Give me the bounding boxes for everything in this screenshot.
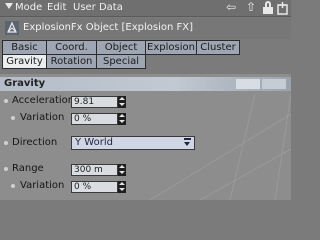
section-title: Gravity: [4, 78, 46, 89]
acceleration-variation-stepper[interactable]: [118, 113, 126, 125]
menu-user-data[interactable]: User Data: [73, 2, 123, 13]
range-variation-stepper[interactable]: [118, 181, 126, 193]
keyframe-dot[interactable]: [4, 141, 8, 145]
dropdown-bar-icon: [184, 138, 191, 140]
menu-bar: Mode Edit User Data ⇦ ⇧: [0, 0, 291, 17]
menu-mode[interactable]: Mode: [15, 2, 42, 13]
tab-cluster[interactable]: Cluster: [196, 40, 240, 55]
range-variation-field[interactable]: 0 %: [71, 181, 118, 193]
tab-rotation[interactable]: Rotation: [46, 54, 97, 69]
object-title-bar: ExplosionFx Object [Explosion FX]: [0, 18, 291, 39]
chevron-down-icon: [184, 142, 190, 146]
acceleration-variation-label: Variation: [20, 112, 65, 123]
gravity-panel: Gravity Acceleration 9.81 Variation 0 % …: [0, 74, 291, 200]
gravity-section-header[interactable]: Gravity: [0, 77, 291, 91]
range-field[interactable]: 300 m: [71, 164, 118, 176]
range-variation-label: Variation: [20, 180, 65, 191]
acceleration-variation-field[interactable]: 0 %: [71, 113, 118, 125]
tab-gravity[interactable]: Gravity: [2, 54, 47, 69]
lock-icon[interactable]: [263, 1, 273, 15]
menu-arrow-icon[interactable]: [5, 3, 13, 9]
header-swatch: [262, 79, 286, 89]
tab-explosion[interactable]: Explosion: [145, 40, 197, 55]
direction-label: Direction: [12, 137, 58, 148]
range-stepper[interactable]: [118, 164, 126, 176]
keyframe-dot[interactable]: [11, 116, 15, 120]
attribute-tabs: Basic Coord. Object Explosion Cluster Gr…: [2, 40, 240, 72]
range-label: Range: [12, 163, 44, 174]
keyframe-dot[interactable]: [4, 167, 8, 171]
back-arrow-icon[interactable]: ⇦: [226, 1, 236, 13]
tab-special[interactable]: Special: [96, 54, 146, 69]
object-title: ExplosionFx Object [Explosion FX]: [23, 22, 194, 33]
keyframe-dot[interactable]: [4, 99, 8, 103]
header-swatch: [236, 79, 260, 89]
new-panel-icon[interactable]: [277, 2, 288, 15]
tab-object[interactable]: Object: [96, 40, 146, 55]
explosion-object-icon: [5, 21, 19, 35]
up-arrow-icon[interactable]: ⇧: [246, 1, 256, 13]
acceleration-label: Acceleration: [12, 95, 75, 106]
tab-coord[interactable]: Coord.: [46, 40, 97, 55]
tab-basic[interactable]: Basic: [2, 40, 47, 55]
menu-edit[interactable]: Edit: [47, 2, 66, 13]
direction-dropdown[interactable]: Y World: [71, 136, 195, 150]
acceleration-stepper[interactable]: [118, 96, 126, 108]
direction-value: Y World: [75, 137, 113, 148]
keyframe-dot[interactable]: [11, 184, 15, 188]
acceleration-field[interactable]: 9.81: [71, 96, 118, 108]
